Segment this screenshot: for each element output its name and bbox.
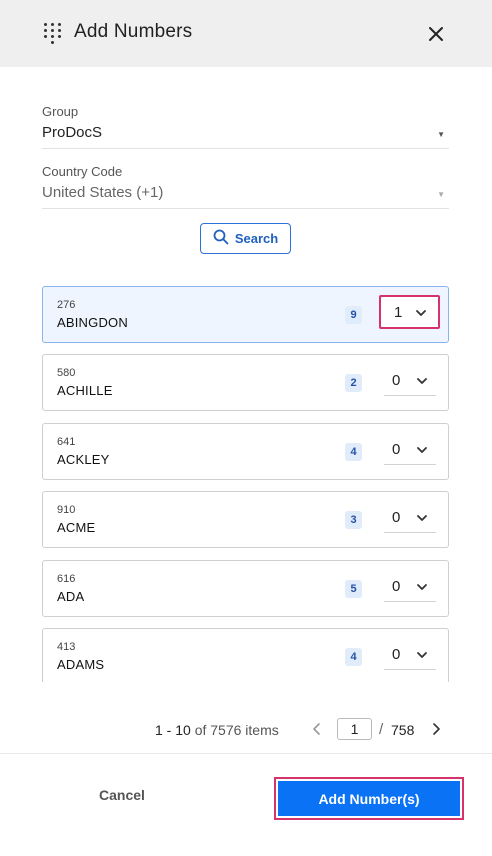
quantity-select[interactable]: 0 [384, 571, 436, 602]
cancel-button[interactable]: Cancel [82, 787, 162, 811]
list-item[interactable]: 413 ADAMS 4 0 [42, 628, 449, 682]
city-name: ADA [57, 589, 85, 604]
dialog-header: Add Numbers [0, 0, 492, 67]
chevron-down-icon [416, 511, 428, 523]
add-numbers-label: Add Number(s) [278, 781, 460, 816]
chevron-down-icon [416, 443, 428, 455]
list-item[interactable]: 641 ACKLEY 4 0 [42, 423, 449, 480]
chevron-left-icon[interactable] [310, 722, 324, 736]
city-name: ABINGDON [57, 315, 128, 330]
quantity-value: 0 [392, 372, 401, 389]
area-code: 641 [57, 436, 76, 448]
quantity-select[interactable]: 1 [379, 295, 440, 329]
pagination: 1 - 10 of 7576 items / 758 [0, 716, 492, 744]
quantity-select[interactable]: 0 [384, 434, 436, 465]
country-code-label: Country Code [42, 164, 123, 179]
quantity-select[interactable]: 0 [384, 502, 436, 533]
available-count-badge: 9 [345, 306, 362, 324]
quantity-value: 1 [394, 304, 403, 321]
list-item[interactable]: 276 ABINGDON 9 1 [42, 286, 449, 343]
area-code: 580 [57, 367, 76, 379]
dialog-title: Add Numbers [74, 21, 193, 42]
city-name: ACHILLE [57, 383, 113, 398]
city-name: ADAMS [57, 657, 105, 672]
results-list[interactable]: 276 ABINGDON 9 1 580 ACHILLE 2 0 641 ACK… [42, 286, 450, 682]
chevron-down-icon [416, 648, 428, 660]
pagination-range: 1 - 10 of 7576 items [155, 722, 279, 738]
area-code: 276 [57, 299, 76, 311]
city-name: ACME [57, 520, 96, 535]
country-code-select[interactable]: Country Code United States (+1) ▼ [42, 164, 449, 209]
quantity-select[interactable]: 0 [384, 365, 436, 396]
quantity-value: 0 [392, 646, 401, 663]
group-label: Group [42, 104, 79, 119]
search-label: Search [234, 231, 279, 246]
available-count-badge: 3 [345, 511, 362, 529]
page-number-input[interactable] [337, 718, 372, 740]
chevron-down-icon [415, 306, 427, 318]
range-prefix: 1 - 10 [155, 722, 191, 738]
list-item[interactable]: 580 ACHILLE 2 0 [42, 354, 449, 411]
area-code: 910 [57, 504, 76, 516]
caret-down-icon: ▼ [437, 130, 445, 139]
group-value: ProDocS [42, 124, 103, 141]
country-code-value: United States (+1) [42, 184, 164, 201]
quantity-select[interactable]: 0 [384, 639, 436, 670]
chevron-down-icon [416, 580, 428, 592]
quantity-value: 0 [392, 578, 401, 595]
city-name: ACKLEY [57, 452, 110, 467]
available-count-badge: 4 [345, 648, 362, 666]
search-button[interactable]: Search [200, 223, 291, 254]
search-icon [213, 229, 229, 248]
page-separator: / [379, 721, 384, 738]
dialpad-icon [44, 23, 62, 45]
add-numbers-button[interactable]: Add Number(s) [274, 777, 464, 820]
list-item[interactable]: 616 ADA 5 0 [42, 560, 449, 617]
available-count-badge: 5 [345, 580, 362, 598]
caret-down-icon: ▼ [437, 190, 445, 199]
total-pages: 758 [391, 722, 415, 738]
available-count-badge: 2 [345, 374, 362, 392]
close-icon[interactable] [424, 22, 448, 46]
chevron-right-icon[interactable] [429, 722, 443, 736]
area-code: 616 [57, 573, 76, 585]
group-select[interactable]: Group ProDocS ▼ [42, 104, 449, 149]
area-code: 413 [57, 641, 76, 653]
quantity-value: 0 [392, 441, 401, 458]
chevron-down-icon [416, 374, 428, 386]
available-count-badge: 4 [345, 443, 362, 461]
footer-divider [0, 753, 492, 754]
range-suffix: of 7576 items [194, 722, 279, 738]
list-item[interactable]: 910 ACME 3 0 [42, 491, 449, 548]
quantity-value: 0 [392, 509, 401, 526]
